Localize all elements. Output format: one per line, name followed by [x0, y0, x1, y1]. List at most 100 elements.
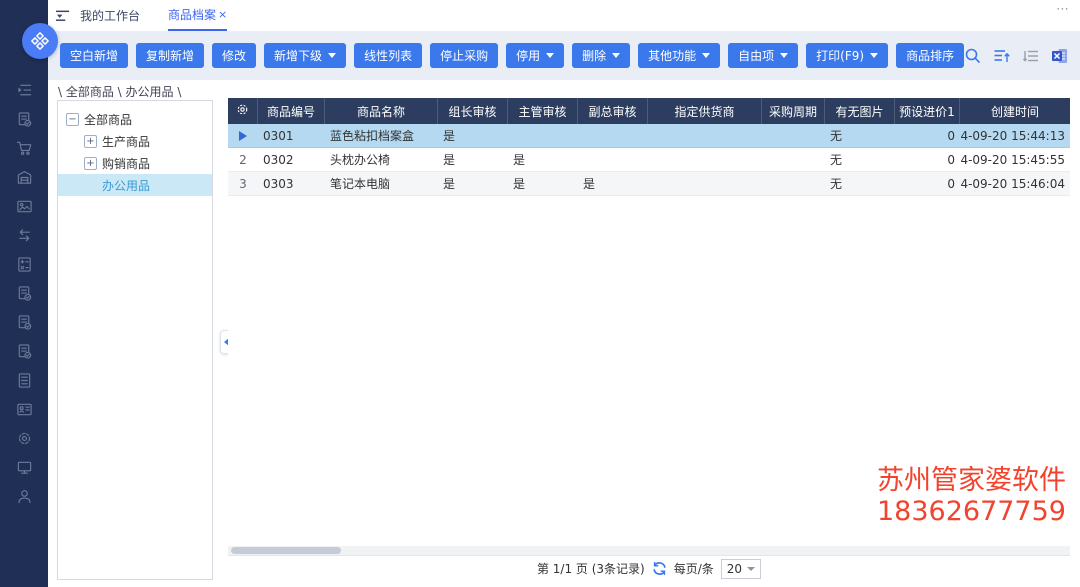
- table-cell: [762, 172, 825, 195]
- current-row-arrow-icon: [239, 131, 247, 141]
- row-marker-cell: [228, 124, 258, 147]
- table-cell: 无: [825, 172, 895, 195]
- horizontal-scrollbar[interactable]: [228, 546, 1070, 555]
- warehouse-icon[interactable]: [16, 169, 33, 186]
- search-icon[interactable]: [964, 47, 982, 65]
- row-marker-cell: 2: [228, 148, 258, 171]
- table-cell: [578, 148, 648, 171]
- doc-audit-icon[interactable]: [16, 285, 33, 302]
- table-cell: [508, 124, 578, 147]
- column-header[interactable]: 预设进价1: [895, 98, 960, 124]
- doc-report-icon[interactable]: [16, 314, 33, 331]
- tab-product-archive[interactable]: 商品档案 ×: [168, 0, 227, 31]
- table-header-row: 商品编号商品名称组长审核主管审核副总审核指定供货商采购周期有无图片预设进价1创建…: [228, 98, 1070, 124]
- modify-button[interactable]: 修改: [212, 43, 256, 68]
- collapse-node-icon[interactable]: −: [66, 113, 79, 126]
- tree-item-label: 全部商品: [84, 111, 132, 128]
- refresh-icon[interactable]: [652, 561, 667, 576]
- tab-close-icon[interactable]: ×: [218, 8, 227, 21]
- delete-button[interactable]: 删除: [572, 43, 630, 68]
- chevron-down-icon: [780, 53, 788, 58]
- table-cell: 2024-09-20 15:44:13: [960, 124, 1070, 147]
- expand-node-icon[interactable]: +: [84, 135, 97, 148]
- table-cell: [648, 148, 762, 171]
- per-page-select[interactable]: 20: [721, 559, 761, 579]
- product-table: 商品编号商品名称组长审核主管审核副总审核指定供货商采购周期有无图片预设进价1创建…: [228, 98, 1070, 581]
- tab-overflow-icon[interactable]: ⋯: [1056, 2, 1070, 17]
- column-header[interactable]: 采购周期: [762, 98, 825, 124]
- app-logo: [22, 23, 58, 59]
- free-item-button[interactable]: 自由项: [728, 43, 798, 68]
- settings-gear-icon[interactable]: [16, 430, 33, 447]
- table-cell: 2024-09-20 15:45:55: [960, 148, 1070, 171]
- other-functions-button[interactable]: 其他功能: [638, 43, 720, 68]
- table-row[interactable]: 20302头枕办公椅是是无02024-09-20 15:45:55: [228, 148, 1070, 172]
- table-cell: [762, 124, 825, 147]
- cart-icon[interactable]: [16, 140, 33, 157]
- table-cell: [578, 124, 648, 147]
- table-cell: 是: [438, 172, 508, 195]
- tab-product-archive-label: 商品档案: [168, 6, 216, 23]
- column-header[interactable]: 组长审核: [438, 98, 508, 124]
- sort-ascending-icon[interactable]: [993, 47, 1011, 65]
- expand-node-icon[interactable]: +: [84, 157, 97, 170]
- linear-list-button[interactable]: 线性列表: [354, 43, 422, 68]
- nav-menu-icon[interactable]: [16, 82, 33, 99]
- table-empty-space: [228, 196, 1070, 546]
- table-row[interactable]: 30303笔记本电脑是是是无02024-09-20 15:46:04: [228, 172, 1070, 196]
- category-tree: −全部商品+生产商品+购销商品办公用品: [57, 100, 213, 580]
- category-breadcrumb: \ 全部商品 \ 办公用品 \: [58, 83, 181, 100]
- table-cell: [648, 124, 762, 147]
- tree-item-trading-goods[interactable]: + 购销商品: [58, 152, 212, 174]
- list-doc-icon[interactable]: [16, 372, 33, 389]
- product-sort-button[interactable]: 商品排序: [896, 43, 964, 68]
- user-icon[interactable]: [16, 488, 33, 505]
- tree-item-label: 办公用品: [102, 177, 150, 194]
- tab-workbench-label: 我的工作台: [80, 7, 140, 24]
- copy-add-button[interactable]: 复制新增: [136, 43, 204, 68]
- monitor-icon[interactable]: [16, 459, 33, 476]
- table-cell: 是: [438, 124, 508, 147]
- table-row[interactable]: 0301蓝色粘扣档案盒是无02024-09-20 15:44:13: [228, 124, 1070, 148]
- disable-button[interactable]: 停用: [506, 43, 564, 68]
- excel-export-icon[interactable]: [1051, 47, 1069, 65]
- chevron-down-icon: [747, 567, 755, 571]
- toolbar-button-label: 复制新增: [146, 47, 194, 64]
- id-card-icon[interactable]: [16, 401, 33, 418]
- column-header[interactable]: 有无图片: [825, 98, 895, 124]
- toolbar-button-label: 自由项: [738, 47, 774, 64]
- tab-workbench[interactable]: 我的工作台: [80, 0, 140, 31]
- toolbar-button-label: 新增下级: [274, 47, 322, 64]
- toolbar-button-label: 停止采购: [440, 47, 488, 64]
- tree-item-all-products[interactable]: −全部商品: [58, 108, 212, 130]
- add-sublevel-button[interactable]: 新增下级: [264, 43, 346, 68]
- toolbar-button-label: 停用: [516, 47, 540, 64]
- row-height-icon[interactable]: [1022, 47, 1040, 65]
- table-cell: 0302: [258, 148, 325, 171]
- bill-audit-icon[interactable]: [16, 111, 33, 128]
- column-header[interactable]: 商品编号: [258, 98, 325, 124]
- transfer-icon[interactable]: [16, 227, 33, 244]
- table-cell: 是: [578, 172, 648, 195]
- toolbar: 空白新增 复制新增 修改 新增下级 线性列表 停止采购 停用 删除其他功能 自由项 打印(F9) 商…: [48, 31, 1080, 80]
- column-header[interactable]: 商品名称: [325, 98, 438, 124]
- doc-account-icon[interactable]: [16, 343, 33, 360]
- tree-item-office-supplies[interactable]: 办公用品: [58, 174, 212, 196]
- tree-item-label: 购销商品: [102, 155, 150, 172]
- image-icon[interactable]: [16, 198, 33, 215]
- chevron-down-icon: [870, 53, 878, 58]
- column-header[interactable]: 创建时间: [960, 98, 1070, 124]
- collapse-menu-icon[interactable]: [55, 9, 70, 23]
- tree-item-production-goods[interactable]: +生产商品: [58, 130, 212, 152]
- column-settings-header[interactable]: [228, 98, 258, 124]
- horizontal-scrollbar-thumb[interactable]: [231, 547, 341, 554]
- blank-add-button[interactable]: 空白新增: [60, 43, 128, 68]
- column-header[interactable]: 主管审核: [508, 98, 578, 124]
- column-header[interactable]: 指定供货商: [648, 98, 762, 124]
- chevron-down-icon: [612, 53, 620, 58]
- stop-purchase-button[interactable]: 停止采购: [430, 43, 498, 68]
- column-header[interactable]: 副总审核: [578, 98, 648, 124]
- table-cell: 0301: [258, 124, 325, 147]
- calculator-icon[interactable]: [16, 256, 33, 273]
- print-button[interactable]: 打印(F9): [806, 43, 888, 68]
